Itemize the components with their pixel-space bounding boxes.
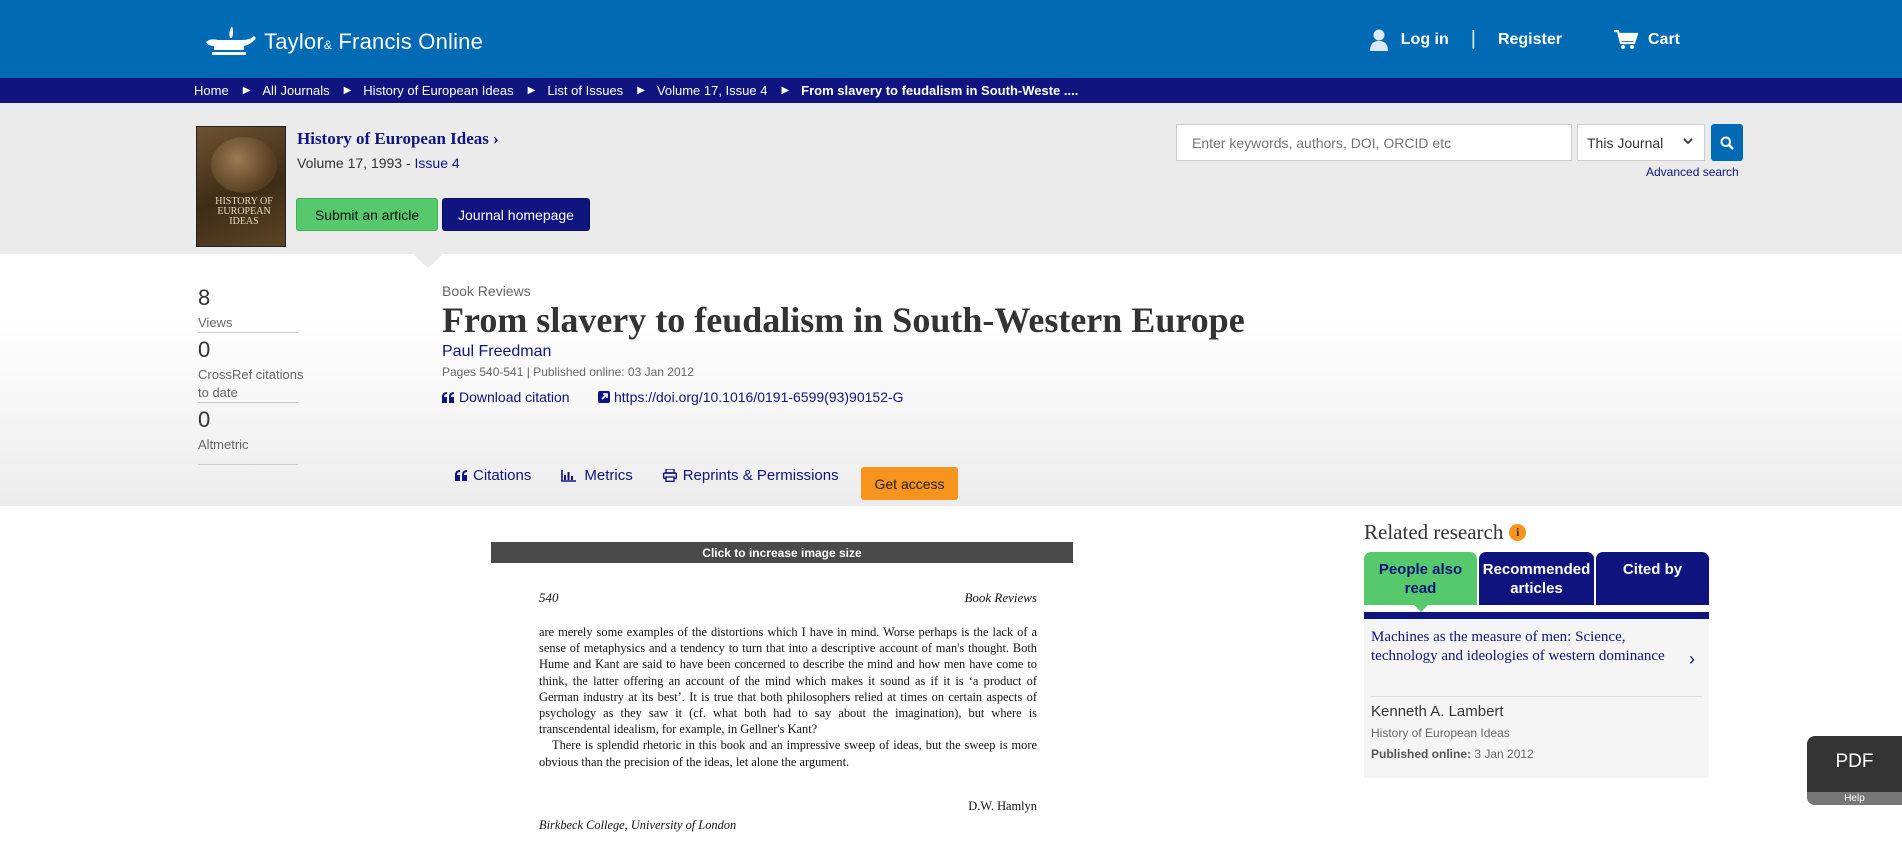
crossref-label: CrossRef citations to date [198,367,304,400]
issue-link[interactable]: Issue 4 [415,155,460,171]
divider [1371,696,1702,697]
submit-article-button[interactable]: Submit an article [296,198,438,231]
breadcrumb: Home ▶ All Journals ▶ History of Europea… [0,78,1902,103]
divider [198,332,298,333]
register-link[interactable]: Register [1498,31,1562,49]
journal-title-link[interactable]: History of European Ideas › [297,129,499,149]
tab-metrics[interactable]: Metrics [561,467,633,484]
review-signature: D.W. Hamlyn [968,799,1037,813]
breadcrumb-arrow-icon: ▶ [527,85,536,96]
related-article-title[interactable]: Machines as the measure of men: Science,… [1371,628,1681,666]
article-title: From slavery to feudalism in South-Weste… [442,300,1245,340]
site-logo[interactable]: Taylor& Francis Online [200,24,483,60]
active-tab-notch [1414,605,1428,612]
crossref-count[interactable]: 0 [198,337,210,363]
preview-paragraph: are merely some examples of the distorti… [539,625,1037,737]
breadcrumb-journal[interactable]: History of European Ideas [363,83,513,98]
quote-icon [442,391,454,403]
running-head: Book Reviews [964,590,1037,605]
related-article-card: Machines as the measure of men: Science,… [1364,619,1709,778]
quote-icon [455,470,467,481]
cover-illustration [211,137,277,193]
search-scope-select[interactable]: This Journal [1577,124,1705,161]
tab-citations[interactable]: Citations [455,467,531,484]
article-tabs: Citations Metrics Reprints & Permissions [455,467,869,484]
help-label[interactable]: Help [1807,792,1902,805]
cart-icon [1613,29,1638,49]
print-icon [662,469,677,482]
breadcrumb-list-of-issues[interactable]: List of Issues [547,83,623,98]
account-links: Log in | Register Cart [1369,28,1680,51]
external-link-icon [598,391,610,403]
breadcrumb-arrow-icon: ▶ [343,85,352,96]
journal-cover-image[interactable]: HISTORY OF EUROPEAN IDEAS [196,126,286,247]
divider [198,402,298,403]
journal-header: HISTORY OF EUROPEAN IDEAS History of Eur… [0,103,1902,254]
article-section-label: Book Reviews [442,283,531,299]
breadcrumb-current: From slavery to feudalism in South-Weste… [801,83,1079,98]
journal-volume: Volume 17, 1993 - Issue 4 [297,155,460,171]
login-link[interactable]: Log in [1401,31,1449,49]
related-tabs-underline [1364,612,1709,619]
doi-link[interactable]: https://doi.org/10.1016/0191-6599(93)901… [598,389,904,405]
cart-link[interactable]: Cart [1613,29,1680,50]
breadcrumb-home[interactable]: Home [194,83,229,98]
author-link[interactable]: Paul Freedman [442,343,551,361]
breadcrumb-arrow-icon: ▶ [637,85,645,96]
article-pages-info: Pages 540-541 | Published online: 03 Jan… [442,365,694,379]
journal-homepage-button[interactable]: Journal homepage [442,198,590,231]
user-icon [1369,29,1388,51]
breadcrumb-arrow-icon: ▶ [242,85,251,96]
search-button[interactable] [1711,124,1743,161]
preview-paragraph: There is splendid rhetoric in this book … [539,738,1037,769]
related-article-journal: History of European Ideas [1371,726,1510,740]
tab-reprints-permissions[interactable]: Reprints & Permissions [662,467,839,484]
breadcrumb-all-journals[interactable]: All Journals [262,83,329,98]
breadcrumb-arrow-icon: ▶ [781,85,790,96]
search-icon [1720,136,1734,150]
related-research-heading: Related research i [1364,520,1527,545]
header-notch [413,254,443,268]
preview-body: are merely some examples of the distorti… [539,624,1037,770]
divider [198,464,298,465]
top-bar: Taylor& Francis Online Log in | Register… [0,0,1902,78]
chevron-down-icon [1683,138,1693,145]
pdf-label: PDF [1835,751,1874,772]
separator: | [1470,28,1476,50]
related-article-published: Published online: 3 Jan 2012 [1371,747,1534,761]
chevron-right-icon[interactable]: › [1689,649,1695,670]
search-input[interactable] [1176,124,1572,161]
info-icon[interactable]: i [1509,524,1527,541]
cover-title: HISTORY OF EUROPEAN IDEAS [215,196,273,227]
lamp-logo-icon [206,26,256,55]
related-article-author: Kenneth A. Lambert [1371,703,1504,720]
download-citation-link[interactable]: Download citation [442,389,570,405]
altmetric-count[interactable]: 0 [198,407,210,433]
tab-recommended-articles[interactable]: Recommended articles [1479,552,1594,605]
bar-chart-icon [561,469,577,482]
views-count: 8 [198,285,211,310]
cart-label: Cart [1647,30,1680,48]
logo-text: Taylor& Francis Online [264,29,484,54]
advanced-search-link[interactable]: Advanced search [1646,165,1739,179]
pdf-widget[interactable]: PDF Help [1807,736,1902,805]
get-access-button[interactable]: Get access [861,467,958,500]
altmetric-label: Altmetric [198,437,249,452]
views-label: Views [198,315,233,330]
breadcrumb-issue[interactable]: Volume 17, Issue 4 [657,83,768,98]
chevron-right-icon: › [493,129,499,148]
review-affiliation: Birkbeck College, University of London [539,818,737,832]
tab-people-also-read[interactable]: People also read [1364,552,1477,605]
enlarge-image-bar[interactable]: Click to increase image size [491,542,1073,563]
tab-cited-by[interactable]: Cited by [1596,552,1709,605]
page-number: 540 [539,590,559,605]
